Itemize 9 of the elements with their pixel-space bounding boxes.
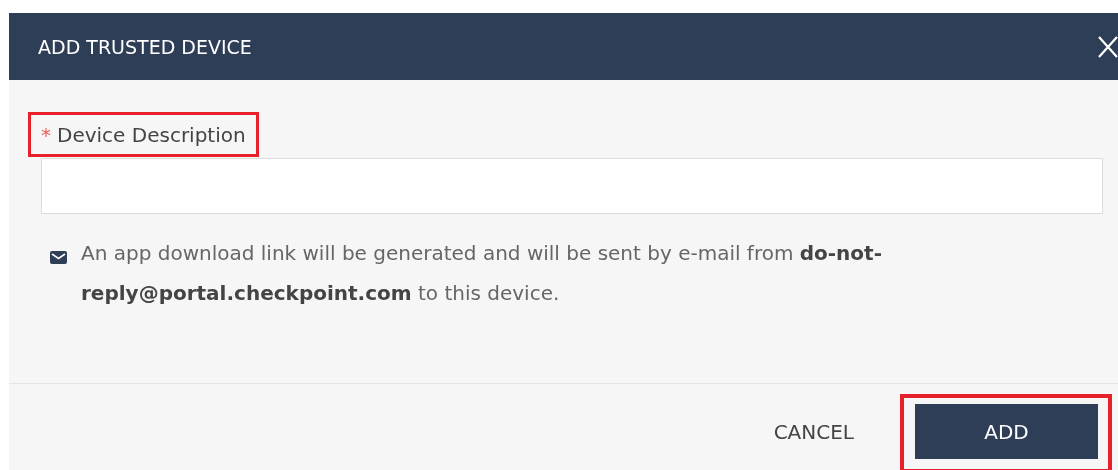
cancel-button[interactable]: CANCEL xyxy=(773,404,854,459)
add-button[interactable]: ADD xyxy=(915,404,1098,459)
close-icon[interactable] xyxy=(1098,35,1118,58)
field-label: Device Description xyxy=(57,122,246,147)
required-mark: * xyxy=(41,122,51,147)
info-text: An app download link will be generated and will be sent by e-mail from do-not-reply@portal.checkpoint.com to this device. xyxy=(81,240,883,307)
input-field[interactable] xyxy=(41,158,1103,214)
dialog-title: ADD TRUSTED DEVICE xyxy=(38,35,253,58)
envelope-icon xyxy=(50,251,67,264)
